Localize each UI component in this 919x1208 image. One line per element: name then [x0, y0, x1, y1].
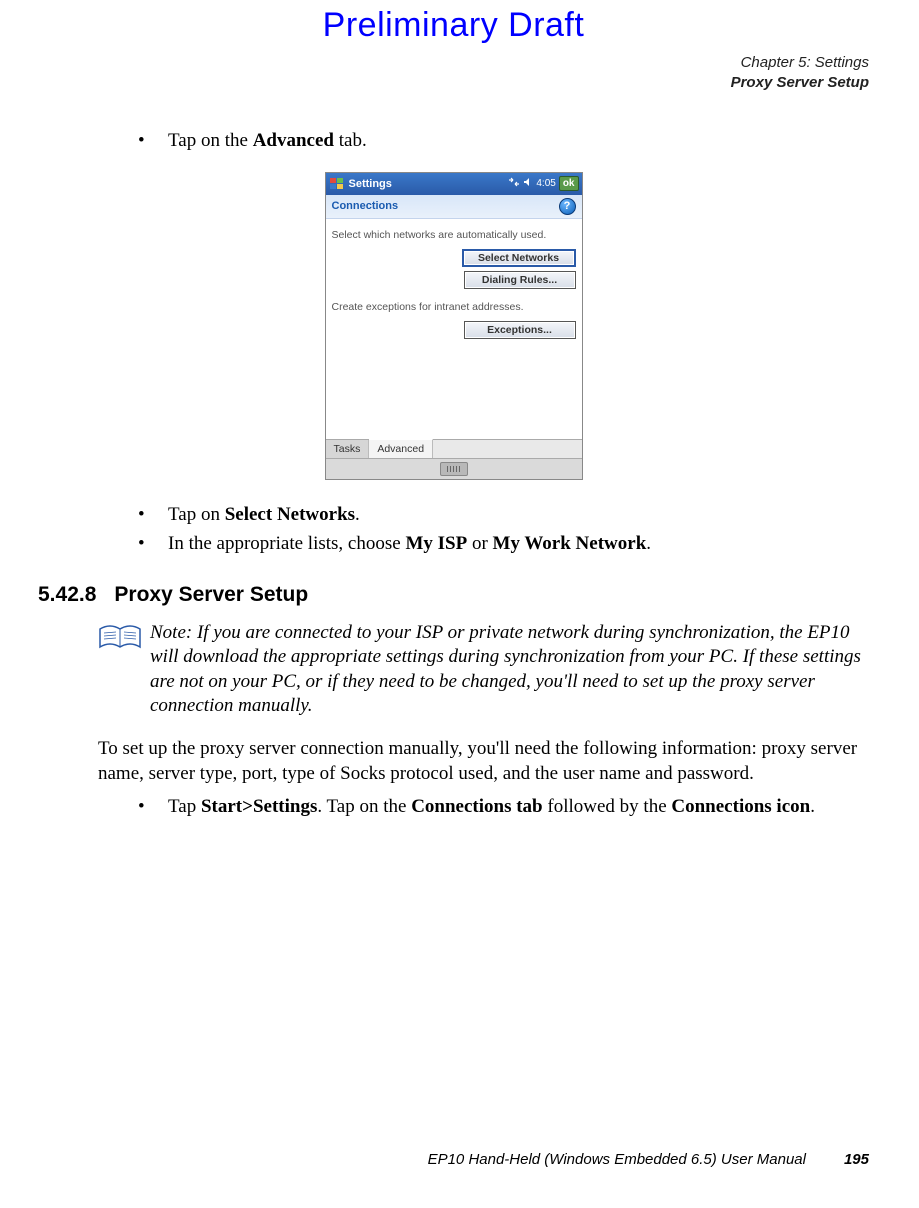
note-label: Note: [150, 622, 192, 643]
bold-text: Connections tab [411, 796, 542, 817]
bold-text: Advanced [253, 130, 334, 151]
bullet-list-before: Tap on the Advanced tab. [98, 128, 869, 154]
select-networks-button[interactable]: Select Networks [462, 249, 576, 267]
note-body: If you are connected to your ISP or priv… [150, 622, 861, 716]
chapter-line: Chapter 5: Settings [38, 53, 869, 73]
bold-text: Start>Settings [201, 796, 317, 817]
help-icon[interactable]: ? [559, 198, 576, 215]
button-group: Exceptions... [332, 321, 576, 339]
section-heading: 5.42.8 Proxy Server Setup [38, 583, 869, 607]
bold-text: My Work Network [493, 533, 647, 554]
connections-title: Connections [332, 200, 399, 212]
status-icons: 4:05 ok [508, 176, 578, 191]
body-paragraph: To set up the proxy server connection ma… [98, 736, 869, 786]
ok-button[interactable]: ok [559, 176, 579, 191]
tab-spacer [433, 440, 581, 458]
bullet-list-after: Tap on Select Networks. In the appropria… [98, 502, 869, 557]
button-group: Select Networks Dialing Rules... [332, 249, 576, 289]
screenshot-container: Settings 4:05 ok Connections ? Select wh [38, 172, 869, 480]
titlebar-text: Settings [349, 178, 509, 190]
manual-title: EP10 Hand-Held (Windows Embedded 6.5) Us… [428, 1151, 806, 1168]
list-item: Tap on the Advanced tab. [138, 128, 869, 154]
sip-bar [326, 458, 582, 479]
tab-tasks[interactable]: Tasks [326, 440, 370, 458]
text: Tap on the [168, 130, 253, 151]
chapter-header: Chapter 5: Settings Proxy Server Setup [38, 53, 869, 92]
text: followed by the [543, 796, 672, 817]
page-footer: EP10 Hand-Held (Windows Embedded 6.5) Us… [428, 1151, 869, 1168]
list-item: In the appropriate lists, choose My ISP … [138, 531, 869, 557]
text: . Tap on the [317, 796, 411, 817]
clock-text: 4:05 [536, 178, 555, 189]
volume-icon [523, 177, 533, 190]
text: or [467, 533, 492, 554]
connectivity-icon [508, 177, 520, 190]
keyboard-icon[interactable] [440, 462, 468, 476]
list-item: Tap on Select Networks. [138, 502, 869, 528]
start-icon [329, 176, 345, 192]
screen-text: Create exceptions for intranet addresses… [332, 301, 576, 313]
device-screenshot: Settings 4:05 ok Connections ? Select wh [325, 172, 583, 480]
note-book-icon [98, 623, 142, 653]
chapter-section: Proxy Server Setup [38, 73, 869, 93]
bullet-list-last: Tap Start>Settings. Tap on the Connectio… [98, 794, 869, 820]
note-block: Note: If you are connected to your ISP o… [98, 621, 869, 718]
section-number: 5.42.8 [38, 583, 96, 607]
screen-body: Select which networks are automatically … [326, 219, 582, 439]
bold-text: Connections icon [671, 796, 810, 817]
bold-text: My ISP [405, 533, 467, 554]
tab-advanced[interactable]: Advanced [369, 439, 433, 458]
screen-text: Select which networks are automatically … [332, 229, 576, 241]
text: . [810, 796, 815, 817]
section-title: Proxy Server Setup [114, 583, 308, 606]
exceptions-button[interactable]: Exceptions... [464, 321, 576, 339]
text: Tap [168, 796, 201, 817]
dialing-rules-button[interactable]: Dialing Rules... [464, 271, 576, 289]
page-number: 195 [844, 1151, 869, 1168]
tab-strip: Tasks Advanced [326, 439, 582, 458]
text: . [355, 504, 360, 525]
bold-text: Select Networks [225, 504, 355, 525]
text: tab. [334, 130, 367, 151]
list-item: Tap Start>Settings. Tap on the Connectio… [138, 794, 869, 820]
note-text: Note: If you are connected to your ISP o… [150, 621, 869, 718]
connections-header: Connections ? [326, 195, 582, 219]
text: In the appropriate lists, choose [168, 533, 405, 554]
preliminary-draft-header: Preliminary Draft [38, 0, 869, 45]
text: . [646, 533, 651, 554]
titlebar: Settings 4:05 ok [326, 173, 582, 195]
text: Tap on [168, 504, 225, 525]
